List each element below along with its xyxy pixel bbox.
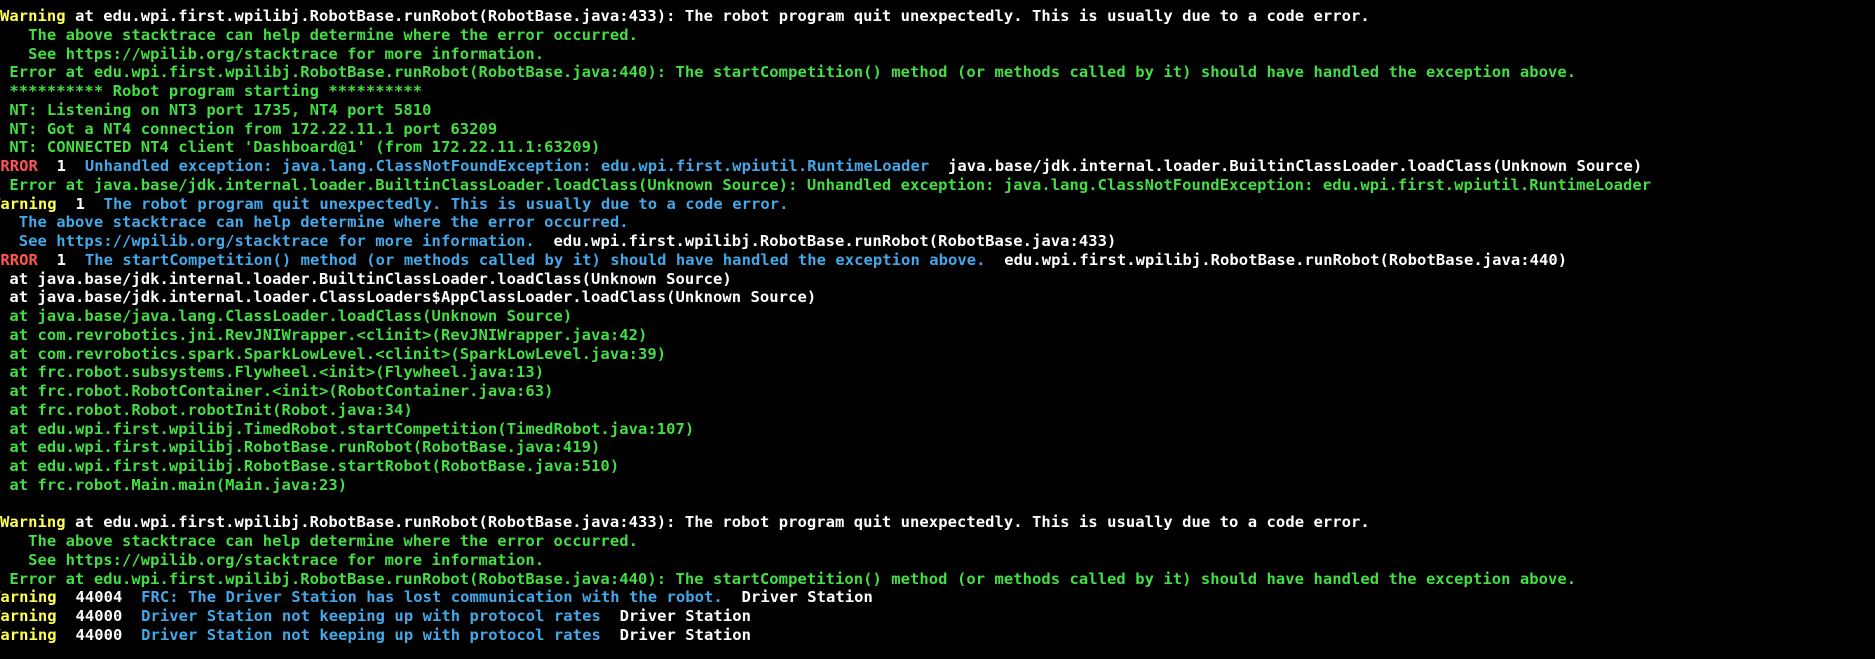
warning-message: The robot program quit unexpectedly. Thi…: [103, 194, 789, 213]
stack-frame: at edu.wpi.first.wpilibj.TimedRobot.star…: [0, 419, 695, 438]
stack-frame: at com.revrobotics.spark.SparkLowLevel.<…: [0, 344, 667, 363]
log-text: at edu.wpi.first.wpilibj.RobotBase.runRo…: [65, 7, 1370, 25]
warning-code: 44004: [56, 588, 142, 607]
warning-label: Warning: [0, 513, 66, 532]
error-code: 1: [37, 157, 85, 175]
log-line: Warning 1 The robot program quit unexpec…: [0, 195, 1875, 214]
log-line: Warning at edu.wpi.first.wpilibj.RobotBa…: [0, 513, 1875, 532]
error-source: java.base/jdk.internal.loader.BuiltinCla…: [929, 157, 1643, 175]
stack-frame: at frc.robot.Main.main(Main.java:23): [0, 475, 348, 494]
log-text: at edu.wpi.first.wpilibj.RobotBase.runRo…: [65, 513, 1370, 532]
warning-label: Warning: [0, 194, 57, 213]
log-line: See https://wpilib.org/stacktrace for mo…: [0, 232, 1875, 251]
warning-label: Warning: [0, 588, 57, 607]
log-line: ERROR 1 The startCompetition() method (o…: [0, 251, 1875, 270]
log-line: See https://wpilib.org/stacktrace for mo…: [0, 44, 545, 63]
log-line: NT: Listening on NT3 port 1735, NT4 port…: [0, 100, 432, 119]
stack-frame: at java.base/jdk.internal.loader.ClassLo…: [0, 288, 817, 307]
log-line: Warning 44000 Driver Station not keeping…: [0, 626, 1875, 645]
stack-frame: at edu.wpi.first.wpilibj.RobotBase.runRo…: [0, 438, 601, 457]
error-source: edu.wpi.first.wpilibj.RobotBase.runRobot…: [985, 250, 1568, 269]
error-label: ERROR: [0, 250, 38, 269]
warning-message: FRC: The Driver Station has lost communi…: [141, 588, 723, 607]
log-line: Warning 44000 Driver Station not keeping…: [0, 607, 1875, 626]
log-line: NT: Got a NT4 connection from 172.22.11.…: [0, 119, 498, 138]
error-code: 1: [37, 250, 85, 269]
log-line: ERROR 1 Unhandled exception: java.lang.C…: [0, 157, 1875, 176]
log-line: Error at edu.wpi.first.wpilibj.RobotBase…: [0, 569, 1577, 588]
stack-frame: at java.base/jdk.internal.loader.Builtin…: [0, 269, 732, 288]
warning-label: Warning: [0, 607, 57, 625]
warning-source: Driver Station: [600, 607, 751, 625]
stack-frame: at frc.robot.Robot.robotInit(Robot.java:…: [0, 400, 413, 419]
log-line: The above stacktrace can help determine …: [0, 213, 629, 232]
warning-message: Driver Station not keeping up with proto…: [141, 625, 601, 644]
error-label: ERROR: [0, 157, 38, 175]
log-line: Error at java.base/jdk.internal.loader.B…: [0, 175, 1652, 194]
warning-source: Driver Station: [722, 588, 873, 607]
log-line: Error at edu.wpi.first.wpilibj.RobotBase…: [0, 63, 1577, 82]
log-line: The above stacktrace can help determine …: [0, 25, 638, 44]
log-line: Warning at edu.wpi.first.wpilibj.RobotBa…: [0, 7, 1875, 26]
warning-code: 1: [56, 194, 104, 213]
console-output[interactable]: Warning at edu.wpi.first.wpilibj.RobotBa…: [0, 7, 1875, 659]
stack-frame: at frc.robot.RobotContainer.<init>(Robot…: [0, 382, 554, 400]
stack-frame: at edu.wpi.first.wpilibj.RobotBase.start…: [0, 457, 620, 475]
log-line: See https://wpilib.org/stacktrace for mo…: [0, 550, 545, 569]
error-message: Unhandled exception: java.lang.ClassNotF…: [84, 157, 930, 175]
warning-source: edu.wpi.first.wpilibj.RobotBase.runRobot…: [534, 232, 1117, 250]
log-line: Warning 44004 FRC: The Driver Station ha…: [0, 588, 1875, 607]
warning-code: 44000: [56, 607, 142, 625]
warning-code: 44000: [56, 625, 142, 644]
log-line: ********** Robot program starting ******…: [0, 82, 423, 100]
warning-label: Warning: [0, 625, 57, 644]
error-message: The startCompetition() method (or method…: [84, 250, 986, 269]
warning-message: See https://wpilib.org/stacktrace for mo…: [0, 232, 535, 250]
warning-message: Driver Station not keeping up with proto…: [141, 607, 601, 625]
warning-label: Warning: [0, 7, 66, 25]
warning-source: Driver Station: [600, 625, 751, 644]
log-line: NT: CONNECTED NT4 client 'Dashboard@1' (…: [0, 138, 601, 157]
log-line: The above stacktrace can help determine …: [0, 532, 638, 550]
stack-frame: at java.base/java.lang.ClassLoader.loadC…: [0, 307, 573, 325]
stack-frame: at com.revrobotics.jni.RevJNIWrapper.<cl…: [0, 325, 648, 344]
stack-frame: at frc.robot.subsystems.Flywheel.<init>(…: [0, 363, 545, 382]
